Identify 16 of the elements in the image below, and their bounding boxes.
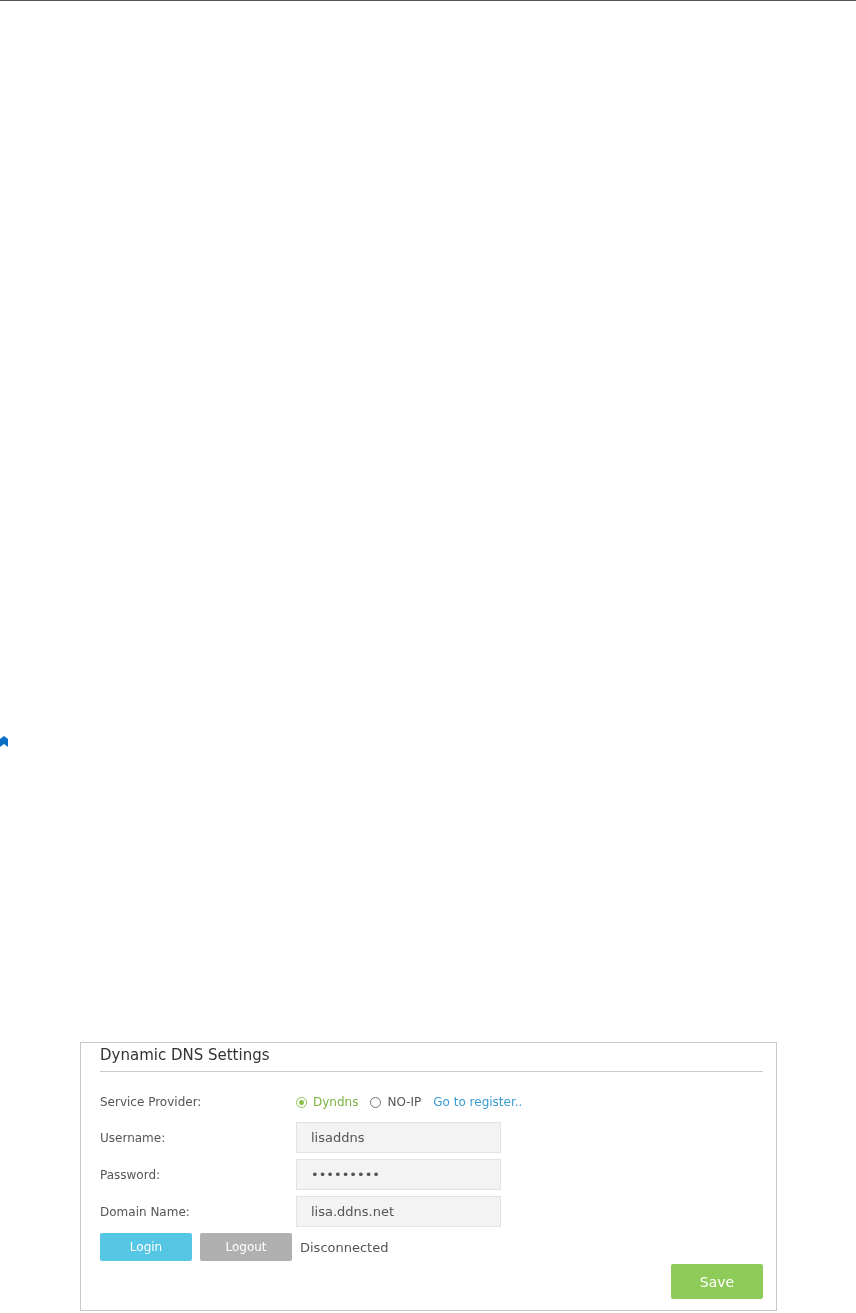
input-field[interactable]: lisa.ddns.net <box>296 1196 501 1227</box>
input-field[interactable]: lisaddns <box>296 1122 501 1153</box>
field-label: Service Provider: <box>100 1095 203 1109</box>
radio-label[interactable]: NO-IP <box>387 1095 422 1109</box>
field-label: Password: <box>100 1167 162 1182</box>
register-link[interactable]: Go to register.. <box>433 1095 523 1109</box>
input-field[interactable]: ••••••••• <box>296 1159 501 1190</box>
field-label: Username: <box>100 1130 167 1145</box>
radio-label[interactable]: Dyndns <box>313 1095 359 1109</box>
login-button[interactable]: Login <box>100 1233 192 1261</box>
bookmark-icon <box>0 736 8 747</box>
logout-button[interactable]: Logout <box>200 1233 292 1261</box>
panel-title: Dynamic DNS Settings <box>100 1045 271 1066</box>
field-label: Domain Name: <box>100 1204 191 1219</box>
connection-status: Disconnected <box>300 1239 389 1255</box>
save-button[interactable]: Save <box>671 1264 763 1299</box>
